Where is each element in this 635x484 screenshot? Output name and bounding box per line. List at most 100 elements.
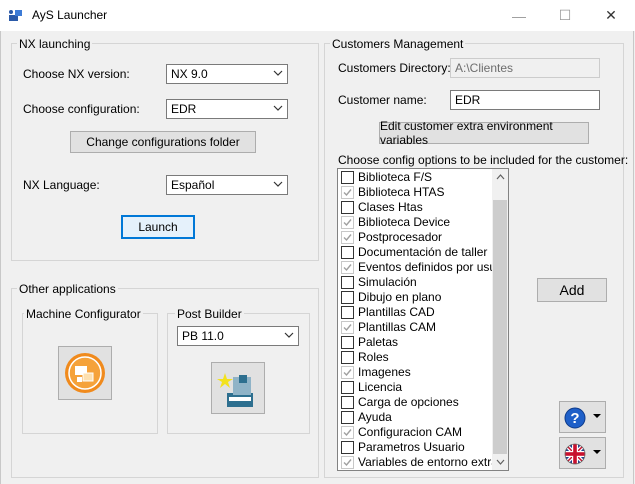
config-option-label: Biblioteca HTAS	[358, 185, 445, 199]
config-option-item[interactable]: Simulación	[339, 275, 494, 290]
nx-launching-legend: NX launching	[17, 37, 93, 51]
customers-directory-field[interactable]: A:\Clientes	[450, 58, 600, 78]
edit-environment-variables-button[interactable]: Edit customer extra environment variable…	[379, 119, 589, 147]
post-builder-button[interactable]	[211, 362, 265, 414]
maximize-icon: ☐	[558, 7, 572, 23]
machine-configurator-legend: Machine Configurator	[24, 307, 143, 321]
minimize-button[interactable]: —	[496, 0, 542, 31]
config-option-checkbox[interactable]	[341, 171, 354, 184]
config-option-label: Clases Htas	[358, 200, 423, 214]
config-option-label: Documentación de taller	[358, 245, 488, 259]
config-option-label: Eventos definidos por usuario	[358, 260, 494, 274]
config-option-checkbox[interactable]	[341, 426, 354, 439]
nx-version-select[interactable]: NX 9.0	[166, 64, 288, 84]
close-icon: ✕	[605, 7, 617, 23]
config-option-checkbox[interactable]	[341, 231, 354, 244]
scroll-thumb[interactable]	[493, 200, 507, 454]
config-option-item[interactable]: Biblioteca Device	[339, 215, 494, 230]
add-button[interactable]: Add	[537, 278, 607, 302]
config-options-label: Choose config options to be included for…	[338, 153, 629, 167]
other-applications-legend: Other applications	[17, 282, 118, 296]
config-option-item[interactable]: Documentación de taller	[339, 245, 494, 260]
chevron-down-icon	[273, 70, 283, 76]
window-title: AyS Launcher	[32, 8, 108, 22]
config-option-label: Postprocesador	[358, 230, 443, 244]
nx-language-value: Español	[171, 178, 215, 192]
config-option-item[interactable]: Eventos definidos por usuario	[339, 260, 494, 275]
config-option-label: Variables de entorno extra	[358, 455, 494, 469]
config-option-item[interactable]: Clases Htas	[339, 200, 494, 215]
scroll-up-button[interactable]	[493, 170, 507, 184]
config-options-list[interactable]: Biblioteca F/S Biblioteca HTAS Clases Htas…	[337, 168, 509, 471]
config-option-item[interactable]: Imagenes	[339, 365, 494, 380]
config-option-checkbox[interactable]	[341, 216, 354, 229]
machine-configurator-button[interactable]	[58, 346, 112, 400]
customers-management-legend: Customers Management	[330, 37, 466, 51]
svg-text:?: ?	[570, 410, 579, 427]
chevron-down-icon	[273, 181, 283, 187]
nx-language-select[interactable]: Español	[166, 175, 288, 195]
config-option-label: Imagenes	[358, 365, 411, 379]
config-option-label: Configuracion CAM	[358, 425, 463, 439]
config-option-item[interactable]: Carga de opciones	[339, 395, 494, 410]
change-configurations-folder-button[interactable]: Change configurations folder	[70, 131, 256, 153]
config-option-item[interactable]: Parametros Usuario	[339, 440, 494, 455]
chevron-down-icon	[273, 105, 283, 111]
config-option-checkbox[interactable]	[341, 201, 354, 214]
config-option-checkbox[interactable]	[341, 186, 354, 199]
config-option-label: Simulación	[358, 275, 417, 289]
config-option-label: Licencia	[358, 380, 403, 394]
config-option-checkbox[interactable]	[341, 276, 354, 289]
post-builder-value: PB 11.0	[182, 329, 224, 343]
config-option-checkbox[interactable]	[341, 441, 354, 454]
customer-name-field[interactable]: EDR	[450, 90, 600, 110]
checkmark-icon	[343, 264, 352, 272]
config-option-item[interactable]: Roles	[339, 350, 494, 365]
config-option-item[interactable]: Paletas	[339, 335, 494, 350]
nx-version-value: NX 9.0	[171, 67, 208, 81]
checkmark-icon	[343, 219, 352, 227]
config-option-checkbox[interactable]	[341, 351, 354, 364]
configuration-value: EDR	[171, 102, 197, 116]
config-option-item[interactable]: Configuracion CAM	[339, 425, 494, 440]
config-option-item[interactable]: Plantillas CAM	[339, 320, 494, 335]
machine-configurator-icon	[65, 353, 105, 393]
customers-directory-label: Customers Directory:	[338, 61, 451, 75]
chevron-up-icon	[496, 174, 504, 180]
post-builder-select[interactable]: PB 11.0	[177, 326, 299, 346]
config-option-label: Plantillas CAD	[358, 305, 435, 319]
config-option-item[interactable]: Biblioteca HTAS	[339, 185, 494, 200]
config-option-checkbox[interactable]	[341, 366, 354, 379]
config-option-item[interactable]: Biblioteca F/S	[339, 170, 494, 185]
config-option-item[interactable]: Ayuda	[339, 410, 494, 425]
config-option-checkbox[interactable]	[341, 306, 354, 319]
configuration-select[interactable]: EDR	[166, 99, 288, 119]
config-option-item[interactable]: Dibujo en plano	[339, 290, 494, 305]
config-option-checkbox[interactable]	[341, 246, 354, 259]
config-option-item[interactable]: Postprocesador	[339, 230, 494, 245]
config-option-label: Roles	[358, 350, 389, 364]
config-option-item[interactable]: Plantillas CAD	[339, 305, 494, 320]
config-option-checkbox[interactable]	[341, 396, 354, 409]
close-button[interactable]: ✕	[588, 0, 634, 31]
config-option-checkbox[interactable]	[341, 336, 354, 349]
config-option-item[interactable]: Variables de entorno extra	[339, 455, 494, 470]
uk-flag-icon	[564, 443, 586, 465]
scroll-down-button[interactable]	[493, 455, 507, 469]
nx-language-label: NX Language:	[23, 178, 100, 192]
config-option-checkbox[interactable]	[341, 321, 354, 334]
checkmark-icon	[343, 234, 352, 242]
checkmark-icon	[343, 189, 352, 197]
checkmark-icon	[343, 369, 352, 377]
config-option-checkbox[interactable]	[341, 456, 354, 469]
config-option-checkbox[interactable]	[341, 291, 354, 304]
maximize-button[interactable]: ☐	[542, 0, 588, 31]
help-button[interactable]: ?	[559, 401, 606, 433]
config-option-checkbox[interactable]	[341, 381, 354, 394]
language-button[interactable]	[559, 437, 606, 469]
customer-name-label: Customer name:	[338, 93, 427, 107]
config-option-item[interactable]: Licencia	[339, 380, 494, 395]
config-option-checkbox[interactable]	[341, 261, 354, 274]
config-option-checkbox[interactable]	[341, 411, 354, 424]
launch-button[interactable]: Launch	[121, 215, 195, 239]
